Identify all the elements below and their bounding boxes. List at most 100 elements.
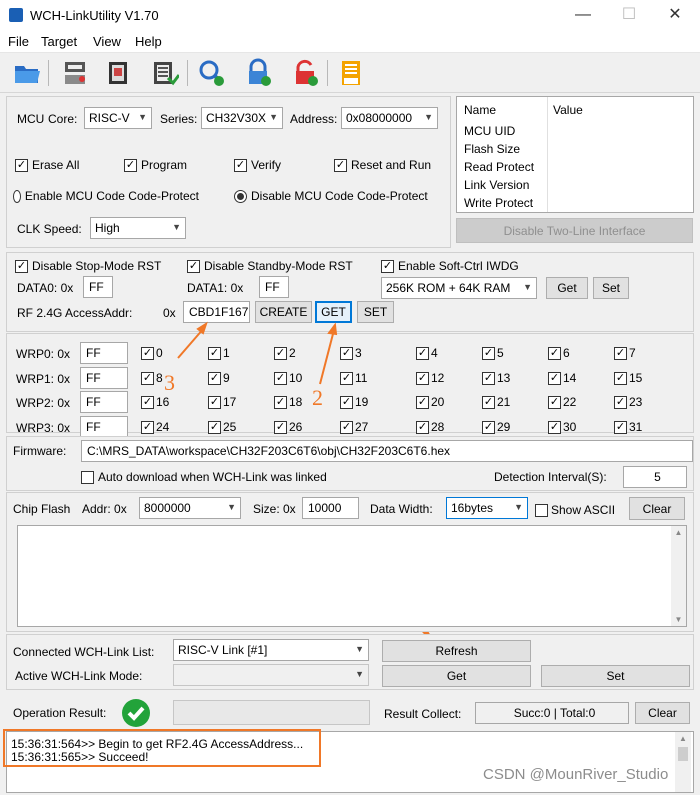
wrp-input[interactable]: FF — [80, 342, 128, 364]
config-get-button[interactable]: Get — [546, 277, 588, 299]
wrp-bit-checkbox[interactable]: ✓ 9 — [208, 368, 230, 388]
soft-iwdg-checkbox[interactable]: ✓ Enable Soft-Ctrl IWDG — [381, 259, 519, 273]
target-config-icon[interactable] — [57, 56, 93, 90]
wrp-bit-checkbox[interactable]: ✓ 29 — [482, 417, 510, 437]
wrp-input[interactable]: FF — [80, 367, 128, 389]
firmware-path-input[interactable]: C:\MRS_DATA\workspace\CH32F203C6T6\obj\C… — [81, 440, 693, 462]
address-select[interactable]: 0x08000000 ▼ — [341, 107, 438, 129]
wrp-bit-checkbox[interactable]: ✓ 27 — [340, 417, 368, 437]
wrp-bit-checkbox[interactable]: ✓ 4 — [416, 343, 438, 363]
scroll-thumb[interactable] — [678, 747, 688, 761]
link-get-button[interactable]: Get — [382, 665, 531, 687]
rf-set-button[interactable]: SET — [357, 301, 394, 323]
wrp-bit-checkbox[interactable]: ✓ 12 — [416, 368, 444, 388]
checklist-icon[interactable] — [146, 56, 182, 90]
wrp-bit-checkbox[interactable]: ✓ 18 — [274, 392, 302, 412]
verify-checkbox[interactable]: ✓ Verify — [234, 158, 281, 172]
wrp-bit-checkbox[interactable]: ✓ 1 — [208, 343, 230, 363]
rf-get-button[interactable]: GET — [315, 301, 352, 323]
minimize-button[interactable]: — — [560, 5, 606, 27]
menu-file[interactable]: File — [8, 34, 29, 49]
refresh-button[interactable]: Refresh — [382, 640, 531, 662]
menu-help[interactable]: Help — [135, 34, 162, 49]
wrp-bit-checkbox[interactable]: ✓ 0 — [141, 343, 163, 363]
flash-size-input[interactable]: 10000 — [302, 497, 359, 519]
scroll-up-icon[interactable]: ▲ — [675, 734, 691, 743]
close-button[interactable]: ✕ — [652, 5, 698, 27]
result-collect-field: Succ:0 | Total:0 — [475, 702, 629, 724]
open-folder-icon[interactable] — [9, 56, 45, 90]
wrp-bit-checkbox[interactable]: ✓ 17 — [208, 392, 236, 412]
log-scrollbar[interactable]: ▲ — [675, 732, 691, 792]
program-checkbox[interactable]: ✓ Program — [124, 158, 187, 172]
wrp-bit-checkbox[interactable]: ✓ 7 — [614, 343, 636, 363]
wrp-bit-checkbox[interactable]: ✓ 13 — [482, 368, 510, 388]
wrp-bit-checkbox[interactable]: ✓ 20 — [416, 392, 444, 412]
series-select[interactable]: CH32V30X ▼ — [201, 107, 283, 129]
flash-data-area[interactable] — [17, 525, 687, 627]
flash-scrollbar[interactable]: ▲ ▼ — [671, 526, 686, 626]
show-ascii-checkbox[interactable]: Show ASCII — [535, 503, 615, 517]
maximize-button[interactable]: ☐ — [606, 5, 652, 27]
scroll-down-icon[interactable]: ▼ — [671, 615, 686, 624]
wrp-bit-checkbox[interactable]: ✓ 10 — [274, 368, 302, 388]
auto-download-label: Auto download when WCH-Link was linked — [98, 470, 327, 484]
wrp-bit-checkbox[interactable]: ✓ 5 — [482, 343, 504, 363]
wrp-bit-checkbox[interactable]: ✓ 8 — [141, 368, 163, 388]
rf-accessaddr-input[interactable]: CBD1F167 — [183, 301, 250, 323]
wrp-bit-checkbox[interactable]: ✓ 21 — [482, 392, 510, 412]
wrp-bit-checkbox[interactable]: ✓ 28 — [416, 417, 444, 437]
wrp-bit-checkbox[interactable]: ✓ 22 — [548, 392, 576, 412]
wrp-bit-checkbox[interactable]: ✓ 26 — [274, 417, 302, 437]
wrp-bit-checkbox[interactable]: ✓ 24 — [141, 417, 169, 437]
active-link-mode-select[interactable]: ▼ — [173, 664, 369, 686]
enable-protect-radio[interactable]: Enable MCU Code Code-Protect — [13, 189, 199, 203]
auto-download-checkbox[interactable]: Auto download when WCH-Link was linked — [81, 470, 327, 484]
wrp-input[interactable]: FF — [80, 391, 128, 413]
flash-icon[interactable] — [333, 56, 369, 90]
detection-interval-input[interactable]: 5 — [623, 466, 687, 488]
wrp-bit-checkbox[interactable]: ✓ 30 — [548, 417, 576, 437]
config-set-button[interactable]: Set — [593, 277, 629, 299]
disable-two-line-button[interactable]: Disable Two-Line Interface — [456, 218, 693, 243]
wrp-input[interactable]: FF — [80, 416, 128, 438]
wrp-bit-checkbox[interactable]: ✓ 2 — [274, 343, 296, 363]
wrp-bit-checkbox[interactable]: ✓ 31 — [614, 417, 642, 437]
data-width-select[interactable]: 16bytes ▼ — [446, 497, 528, 519]
chip-erase-icon[interactable] — [100, 56, 136, 90]
rom-ram-select[interactable]: 256K ROM + 64K RAM ▼ — [381, 277, 537, 299]
connected-link-select[interactable]: RISC-V Link [#1] ▼ — [173, 639, 369, 661]
data1-input[interactable]: FF — [259, 276, 289, 298]
wrp-bit-checkbox[interactable]: ✓ 11 — [340, 368, 367, 388]
reset-run-checkbox[interactable]: ✓ Reset and Run — [334, 158, 431, 172]
data0-input[interactable]: FF — [83, 276, 113, 298]
rf-create-button[interactable]: CREATE — [255, 301, 312, 323]
scroll-up-icon[interactable]: ▲ — [671, 528, 686, 537]
stop-rst-checkbox[interactable]: ✓ Disable Stop-Mode RST — [15, 259, 161, 273]
menu-view[interactable]: View — [93, 34, 121, 49]
result-clear-button[interactable]: Clear — [635, 702, 690, 724]
checkbox-checked-icon: ✓ — [614, 395, 627, 409]
wrp-bit-checkbox[interactable]: ✓ 25 — [208, 417, 236, 437]
wrp-bit-checkbox[interactable]: ✓ 19 — [340, 392, 368, 412]
wrp-bit-checkbox[interactable]: ✓ 6 — [548, 343, 570, 363]
flash-addr-select[interactable]: 8000000 ▼ — [139, 497, 241, 519]
unlock-icon[interactable] — [287, 56, 323, 90]
wrp-bit-label: 17 — [223, 395, 237, 409]
wrp-bit-checkbox[interactable]: ✓ 3 — [340, 343, 362, 363]
toolbar-separator — [327, 60, 328, 86]
search-icon[interactable] — [193, 56, 229, 90]
core-select[interactable]: RISC-V ▼ — [84, 107, 152, 129]
lock-icon[interactable] — [240, 56, 276, 90]
erase-all-checkbox[interactable]: ✓ Erase All — [15, 158, 79, 172]
disable-protect-radio[interactable]: Disable MCU Code Code-Protect — [234, 189, 428, 203]
menu-target[interactable]: Target — [41, 34, 77, 49]
chevron-down-icon: ▼ — [514, 502, 523, 512]
flash-clear-button[interactable]: Clear — [629, 497, 685, 520]
link-set-button[interactable]: Set — [541, 665, 690, 687]
standby-rst-checkbox[interactable]: ✓ Disable Standby-Mode RST — [187, 259, 353, 273]
clk-speed-select[interactable]: High ▼ — [90, 217, 186, 239]
wrp-bit-checkbox[interactable]: ✓ 15 — [614, 368, 642, 388]
wrp-bit-checkbox[interactable]: ✓ 23 — [614, 392, 642, 412]
wrp-bit-checkbox[interactable]: ✓ 14 — [548, 368, 576, 388]
